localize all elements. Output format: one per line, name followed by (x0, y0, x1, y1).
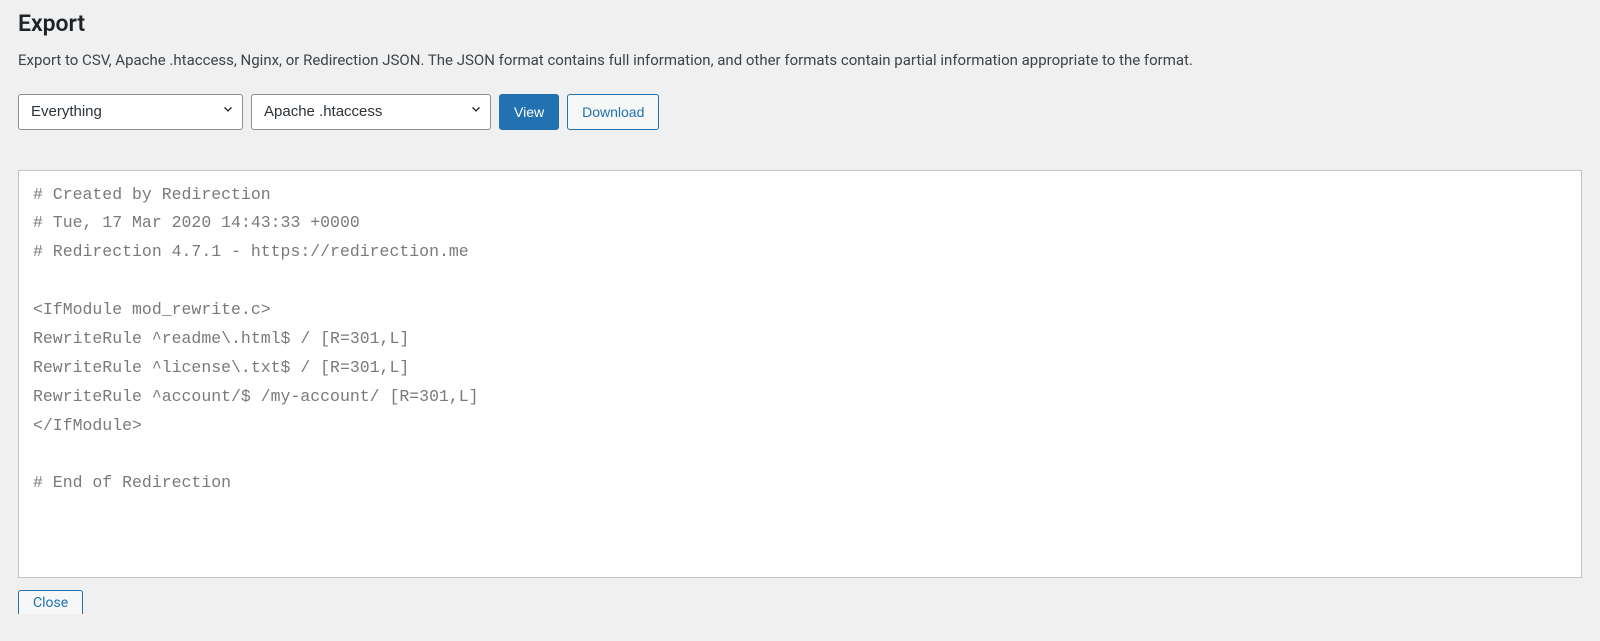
footer-row: Close (18, 590, 1582, 618)
format-select[interactable]: Apache .htaccess (251, 94, 491, 130)
close-button[interactable]: Close (18, 590, 83, 614)
scope-select[interactable]: Everything (18, 94, 243, 130)
scope-select-wrapper: Everything (18, 94, 243, 130)
download-button[interactable]: Download (567, 94, 659, 130)
export-output-textarea[interactable]: # Created by Redirection # Tue, 17 Mar 2… (18, 170, 1582, 578)
format-select-wrapper: Apache .htaccess (251, 94, 491, 130)
export-controls: Everything Apache .htaccess View Downloa… (18, 94, 1582, 130)
view-button[interactable]: View (499, 94, 559, 130)
export-description: Export to CSV, Apache .htaccess, Nginx, … (18, 49, 1582, 72)
page-title: Export (18, 10, 1582, 37)
